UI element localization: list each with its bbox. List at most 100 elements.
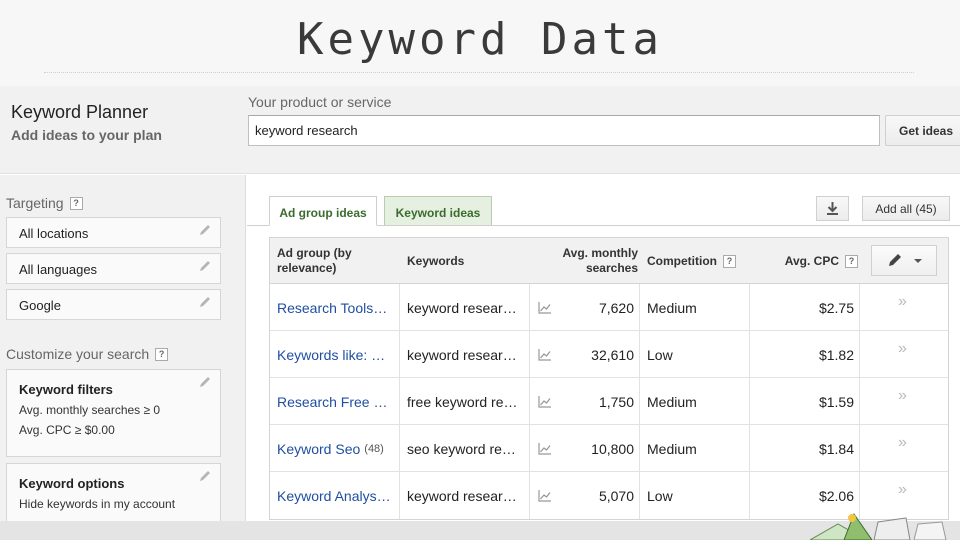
searches-cell: 10,800 [560,425,634,472]
trend-chart-icon[interactable] [537,348,553,362]
ad-group-link[interactable]: Research Tools… [277,300,387,316]
pencil-icon[interactable] [198,469,212,483]
add-to-plan-icon[interactable]: » [898,340,907,358]
get-ideas-button[interactable]: Get ideas [885,115,960,146]
filter-cpc: Avg. CPC ≥ $0.00 [19,423,115,437]
pencil-icon[interactable] [198,375,212,389]
col-cpc-label: Avg. CPC [784,254,839,268]
trend-cell [537,378,555,425]
pencil-icon[interactable] [198,295,212,309]
help-icon[interactable]: ? [155,348,169,361]
col-searches-label: Avg. monthly searches [562,246,638,275]
title-divider [44,72,914,73]
searches-cell: 7,620 [560,284,634,331]
ad-group-keyword-count: (48) [364,442,384,455]
col-competition[interactable]: Competition? [647,238,747,284]
trend-chart-icon[interactable] [537,395,553,409]
ad-group-link[interactable]: Keyword Analys… [277,488,391,504]
cpc-value: $2.75 [818,299,854,316]
ad-group-link[interactable]: Keywords like: … [277,347,385,363]
add-all-button[interactable]: Add all (45) [862,196,950,221]
table-row: Keyword Seo (48) seo keyword re… 10,800 Medi… [270,425,948,472]
ad-group-cell: Keyword Analys… [277,472,395,519]
searches-value: 5,070 [598,487,634,504]
trend-chart-icon[interactable] [537,442,553,456]
download-icon [827,202,838,215]
keywords-text[interactable]: keyword resear… [407,347,517,363]
add-cell: » [898,325,918,372]
keyword-filters-box[interactable]: Keyword filters Avg. monthly searches ≥ … [6,369,221,457]
ad-group-link[interactable]: Keyword Seo [277,441,360,457]
col-competition-label: Competition [647,254,717,268]
add-cell: » [898,372,918,419]
table-row: Research Free … free keyword re… 1,750 Medi… [270,378,948,425]
competition-cell: Medium [647,425,747,472]
ad-group-table: Ad group (by relevance) Keywords Avg. mo… [269,237,949,520]
searches-value: 1,750 [598,393,634,410]
product-label: Your product or service [248,94,392,110]
trend-cell [537,331,555,378]
competition-cell: Medium [647,378,747,425]
trend-chart-icon[interactable] [537,301,553,315]
cpc-cell: $1.82 [770,331,854,378]
targeting-networks[interactable]: Google [6,289,221,320]
keywords-cell: keyword resear… [407,472,525,519]
searches-cell: 1,750 [560,378,634,425]
targeting-languages[interactable]: All languages [6,253,221,284]
searches-cell: 32,610 [560,331,634,378]
ad-group-cell: Research Free … [277,378,395,425]
keywords-text[interactable]: keyword resear… [407,300,517,316]
col-keywords[interactable]: Keywords [407,238,507,284]
trend-cell [537,284,555,331]
customize-label: Customize your search [6,346,150,362]
searches-value: 7,620 [598,299,634,316]
add-cell: » [898,419,918,466]
targeting-locations[interactable]: All locations [6,217,221,248]
sidebar: Targeting? All locations All languages G… [0,175,246,540]
competition-value: Medium [647,299,697,316]
trend-chart-icon[interactable] [537,489,553,503]
help-icon[interactable]: ? [845,254,858,268]
add-cell: » [898,278,918,325]
keywords-text[interactable]: free keyword re… [407,394,517,410]
tab-keyword-ideas[interactable]: Keyword ideas [384,196,492,226]
keywords-text[interactable]: seo keyword re… [407,441,516,457]
cpc-value: $1.59 [818,393,854,410]
competition-value: Medium [647,440,697,457]
targeting-networks-label: Google [19,298,61,313]
help-icon[interactable]: ? [69,197,83,210]
targeting-locations-label: All locations [19,226,89,241]
add-to-plan-icon[interactable]: » [898,293,907,311]
searches-cell: 5,070 [560,472,634,519]
keyword-filters-title: Keyword filters [19,382,113,397]
competition-cell: Medium [647,284,747,331]
keywords-text[interactable]: keyword resear… [407,488,517,504]
col-ad-group[interactable]: Ad group (by relevance) [277,238,395,284]
competition-value: Medium [647,393,697,410]
main-panel: Ad group ideas Keyword ideas Add all (45… [247,175,960,540]
planner-subtitle: Add ideas to your plan [11,127,162,143]
keywords-cell: free keyword re… [407,378,525,425]
competition-value: Low [647,487,673,504]
pencil-icon[interactable] [198,259,212,273]
planner-title: Keyword Planner [11,102,149,122]
col-searches[interactable]: Avg. monthly searches [550,238,638,284]
pencil-icon [889,254,922,266]
add-to-plan-icon[interactable]: » [898,434,907,452]
cpc-cell: $1.84 [770,425,854,472]
keywords-cell: keyword resear… [407,331,525,378]
keywords-cell: seo keyword re… [407,425,525,472]
product-search-input[interactable] [248,115,880,146]
tab-ad-group-ideas[interactable]: Ad group ideas [269,196,377,226]
add-to-plan-icon[interactable]: » [898,387,907,405]
competition-value: Low [647,346,673,363]
competition-cell: Low [647,331,747,378]
column-edit-button[interactable] [871,245,937,276]
table-header: Ad group (by relevance) Keywords Avg. mo… [270,238,948,284]
col-cpc[interactable]: Avg. CPC? [784,238,858,284]
competition-cell: Low [647,472,747,519]
pencil-icon[interactable] [198,223,212,237]
download-button[interactable] [816,196,849,221]
help-icon[interactable]: ? [723,254,736,268]
ad-group-link[interactable]: Research Free … [277,394,387,410]
